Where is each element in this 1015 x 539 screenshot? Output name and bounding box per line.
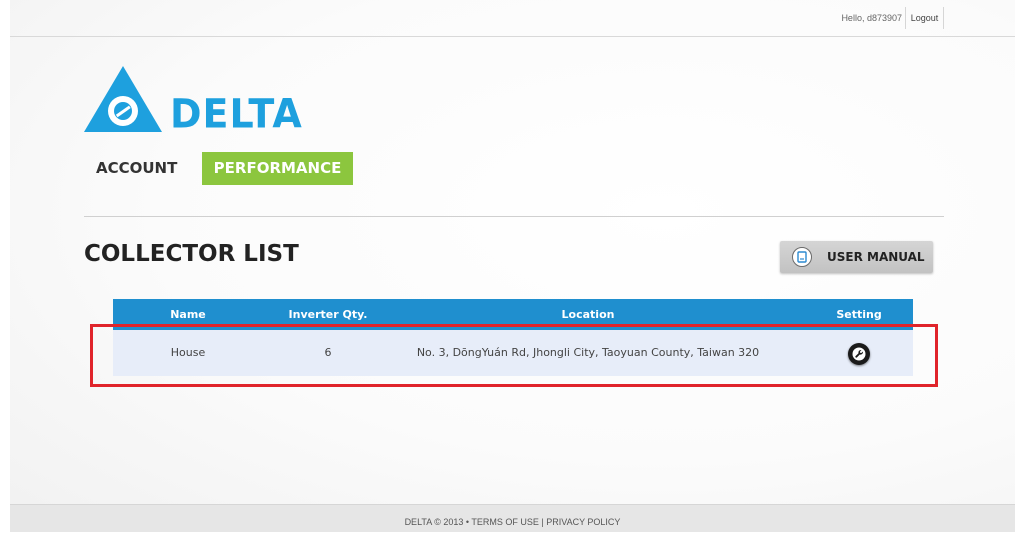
top-bar: Hello, d873907 Logout [10, 0, 1015, 37]
footer: DELTA © 2013 • TERMS OF USE | PRIVACY PO… [10, 504, 1015, 532]
page: Hello, d873907 Logout DELTA ACCOUNT PERF… [10, 0, 1015, 532]
user-manual-label: USER MANUAL [827, 250, 925, 264]
highlight-box [90, 324, 938, 387]
logo-text: DELTA [170, 90, 303, 138]
logout-link[interactable]: Logout [905, 7, 944, 29]
divider [84, 216, 944, 217]
delta-triangle-icon [84, 66, 162, 132]
document-icon [792, 247, 812, 267]
page-title: COLLECTOR LIST [84, 241, 299, 267]
delta-logo: DELTA [82, 64, 312, 138]
nav-account[interactable]: ACCOUNT [96, 151, 177, 185]
user-manual-button[interactable]: USER MANUAL [780, 241, 933, 273]
user-greeting: Hello, d873907 [841, 13, 902, 23]
nav-performance[interactable]: PERFORMANCE [202, 152, 353, 185]
